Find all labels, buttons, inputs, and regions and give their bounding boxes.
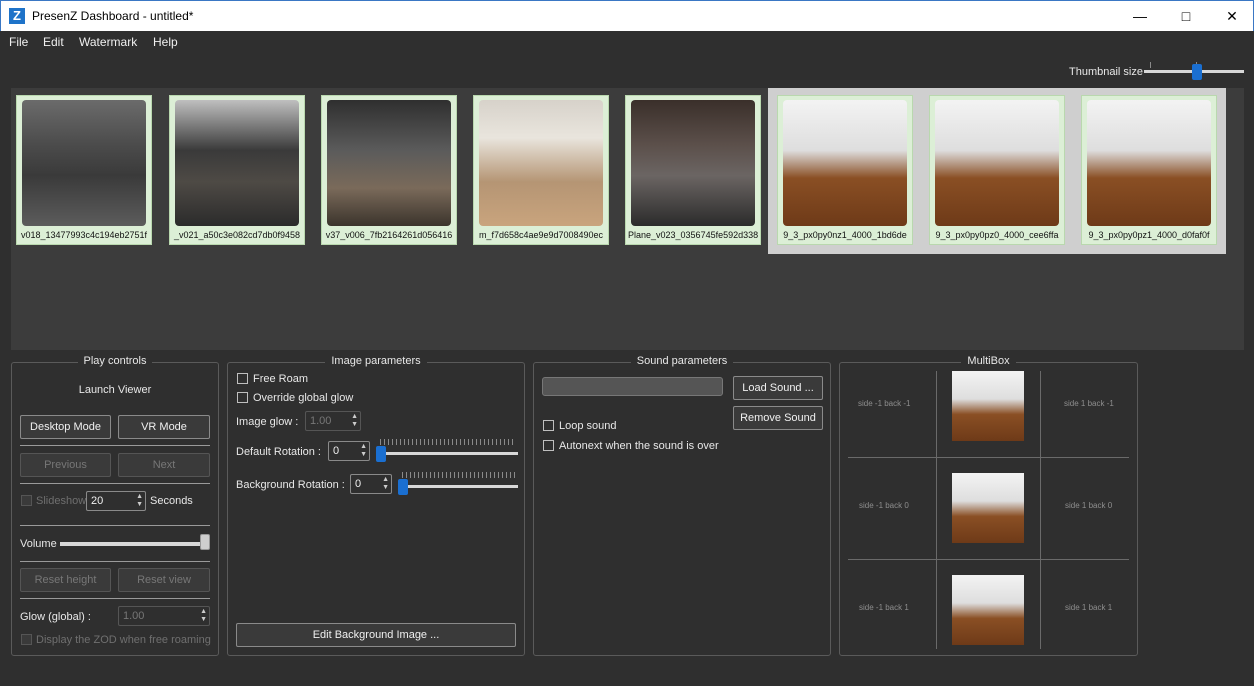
free-roam-checkbox[interactable]: [237, 373, 248, 384]
thumbnail-caption: 9_3_px0py0pz0_4000_cee6ffa: [935, 230, 1059, 240]
edit-background-image-button[interactable]: Edit Background Image ...: [236, 623, 516, 647]
override-glow-checkbox[interactable]: [237, 392, 248, 403]
app-logo-icon: Z: [9, 8, 25, 24]
seconds-label: Seconds: [150, 495, 193, 507]
maximize-button[interactable]: □: [1163, 1, 1209, 31]
multibox-label: side 1 back -1: [1064, 399, 1114, 408]
remove-sound-button[interactable]: Remove Sound: [733, 406, 823, 430]
thumbnail-item[interactable]: 9_3_px0py0pz1_4000_d0faf0f: [1081, 95, 1217, 245]
override-glow-label: Override global glow: [253, 392, 354, 404]
default-rotation-spinbox[interactable]: 0 ▲ ▼: [328, 441, 370, 461]
glow-global-spinbox[interactable]: 1.00 ▲ ▼: [118, 606, 210, 626]
thumbnail-image: [631, 100, 755, 226]
default-rotation-slider[interactable]: [376, 437, 518, 463]
play-controls-group: Play controls Launch Viewer Desktop Mode…: [11, 355, 219, 656]
default-rotation-handle[interactable]: [376, 446, 386, 462]
background-rotation-label: Background Rotation :: [236, 479, 345, 491]
title-bar: Z PresenZ Dashboard - untitled* — □ ✕: [0, 0, 1254, 31]
multibox-label: side 1 back 1: [1065, 603, 1113, 612]
thumbnail-caption: m_f7d658c4ae9e9d7008490ec: [478, 230, 604, 240]
image-glow-spinbox[interactable]: 1.00 ▲ ▼: [305, 411, 361, 431]
volume-slider[interactable]: [60, 533, 210, 555]
sound-file-field: [542, 377, 723, 396]
volume-handle[interactable]: [200, 534, 210, 550]
slideshow-checkbox[interactable]: [21, 495, 32, 506]
slideshow-seconds-spinbox[interactable]: 20 ▲ ▼: [86, 491, 146, 511]
menu-edit[interactable]: Edit: [43, 35, 64, 49]
thumbnail-image: [935, 100, 1059, 226]
background-rotation-slider[interactable]: [398, 470, 518, 496]
thumbnail-caption: Plane_v023_0356745fe592d338: [628, 230, 758, 240]
minimize-button[interactable]: —: [1117, 1, 1163, 31]
multibox-label: side -1 back 1: [859, 603, 909, 612]
thumbnail-image: [783, 100, 907, 226]
window-title: PresenZ Dashboard - untitled*: [32, 9, 194, 23]
menu-file[interactable]: File: [9, 35, 28, 49]
thumbnail-caption: v018_13477993c4c194eb2751f: [20, 230, 148, 240]
free-roam-label: Free Roam: [253, 373, 309, 385]
background-rotation-spinbox[interactable]: 0 ▲ ▼: [350, 474, 392, 494]
multibox-label: side 1 back 0: [1065, 501, 1113, 510]
multibox-title: MultiBox: [961, 355, 1016, 367]
thumbnail-item[interactable]: v018_13477993c4c194eb2751f: [16, 95, 152, 245]
multibox-label: side -1 back -1: [858, 399, 911, 408]
autonext-checkbox[interactable]: [543, 440, 554, 451]
close-button[interactable]: ✕: [1209, 1, 1254, 31]
thumbnail-caption: v37_v006_7fb2164261d056416: [325, 230, 453, 240]
thumbnail-item[interactable]: _v021_a50c3e082cd7db0f9458: [169, 95, 305, 245]
thumbnail-image: [1087, 100, 1211, 226]
image-parameters-group: Image parameters Free Roam Override glob…: [227, 355, 525, 656]
thumbnail-image: [22, 100, 146, 226]
thumbnail-image: [175, 100, 299, 226]
display-zod-checkbox[interactable]: [21, 634, 32, 645]
loop-sound-checkbox[interactable]: [543, 420, 554, 431]
multibox-image-center-back-minus1[interactable]: [952, 371, 1024, 441]
thumbnail-item[interactable]: 9_3_px0py0pz0_4000_cee6ffa: [929, 95, 1065, 245]
multibox-image-center-back-1[interactable]: [952, 575, 1024, 645]
thumbnail-caption: 9_3_px0py0pz1_4000_d0faf0f: [1088, 230, 1210, 240]
multibox-group: MultiBox side -1 back -1 side 1 back -1 …: [839, 355, 1138, 656]
launch-viewer-label: Launch Viewer: [78, 384, 152, 396]
thumbnail-size-label: Thumbnail size: [1069, 66, 1143, 78]
play-controls-title: Play controls: [77, 355, 153, 367]
thumbnail-item[interactable]: v37_v006_7fb2164261d056416: [321, 95, 457, 245]
multibox-image-center-back-0[interactable]: [952, 473, 1024, 543]
thumbnail-size-handle[interactable]: [1192, 64, 1202, 80]
next-button[interactable]: Next: [118, 453, 210, 477]
slideshow-label: Slideshow: [36, 495, 87, 507]
thumbnail-image: [479, 100, 603, 226]
image-parameters-title: Image parameters: [325, 355, 427, 367]
thumbnail-gallery[interactable]: v018_13477993c4c194eb2751f _v021_a50c3e08…: [11, 88, 1244, 350]
vr-mode-button[interactable]: VR Mode: [118, 415, 210, 439]
previous-button[interactable]: Previous: [20, 453, 111, 477]
multibox-label: side -1 back 0: [859, 501, 909, 510]
loop-sound-label: Loop sound: [559, 420, 617, 432]
volume-label: Volume: [20, 538, 57, 550]
default-rotation-label: Default Rotation :: [236, 446, 321, 458]
sound-parameters-group: Sound parameters Load Sound ... Remove S…: [533, 355, 831, 656]
thumbnail-size-slider[interactable]: [1144, 62, 1244, 84]
reset-height-button[interactable]: Reset height: [20, 568, 111, 592]
menu-help[interactable]: Help: [153, 35, 178, 49]
menu-watermark[interactable]: Watermark: [79, 35, 137, 49]
sound-parameters-title: Sound parameters: [630, 355, 734, 367]
menu-bar: File Edit Watermark Help: [0, 31, 1254, 53]
desktop-mode-button[interactable]: Desktop Mode: [20, 415, 111, 439]
thumbnail-item[interactable]: m_f7d658c4ae9e9d7008490ec: [473, 95, 609, 245]
thumbnail-caption: 9_3_px0py0nz1_4000_1bd6de: [783, 230, 907, 240]
autonext-label: Autonext when the sound is over: [559, 440, 719, 452]
reset-view-button[interactable]: Reset view: [118, 568, 210, 592]
glow-global-label: Glow (global) :: [20, 611, 91, 623]
display-zod-label: Display the ZOD when free roaming: [36, 634, 211, 646]
load-sound-button[interactable]: Load Sound ...: [733, 376, 823, 400]
thumbnail-image: [327, 100, 451, 226]
image-glow-label: Image glow :: [236, 416, 299, 428]
thumbnail-caption: _v021_a50c3e082cd7db0f9458: [173, 230, 301, 240]
background-rotation-handle[interactable]: [398, 479, 408, 495]
thumbnail-item[interactable]: Plane_v023_0356745fe592d338: [625, 95, 761, 245]
thumbnail-item[interactable]: 9_3_px0py0nz1_4000_1bd6de: [777, 95, 913, 245]
